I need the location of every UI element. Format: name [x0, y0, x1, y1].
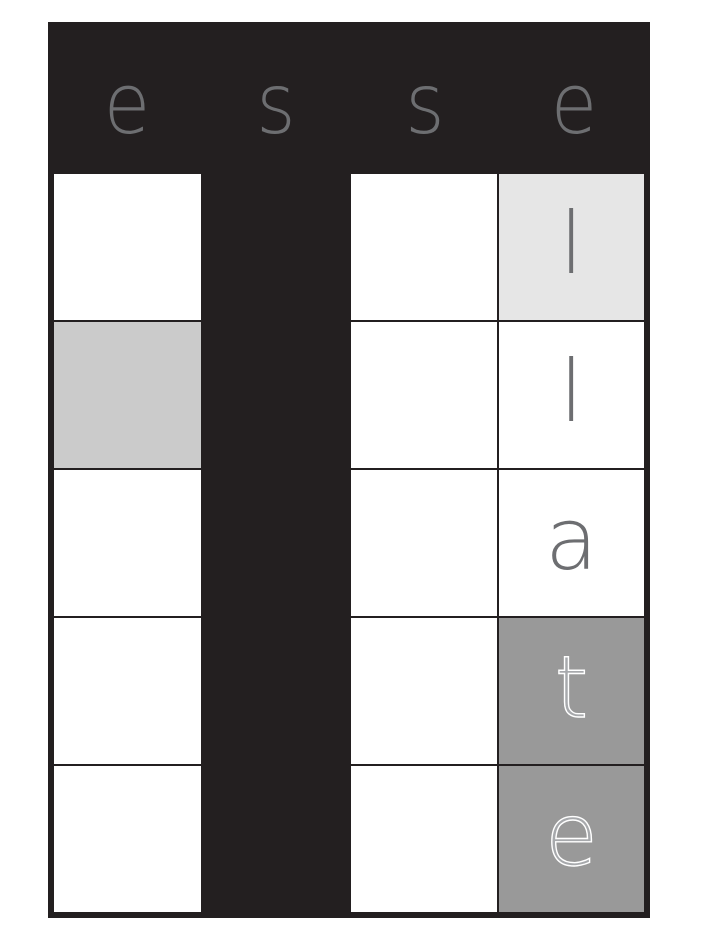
cell-letter: [54, 766, 201, 912]
grid-cell-c1-r1[interactable]: [54, 174, 201, 320]
grid-cell-c3-r5[interactable]: [351, 766, 497, 912]
cell-letter: [351, 470, 497, 616]
grid-cell-c1-r2[interactable]: [54, 322, 201, 468]
game-board: e s s e l l a t e: [48, 22, 650, 918]
grid-cell-c1-r4[interactable]: [54, 618, 201, 764]
column-header-4: e: [550, 55, 598, 153]
cell-letter: t: [554, 637, 589, 738]
grid-cell-c4-r3[interactable]: a: [499, 470, 644, 616]
grid-cell-c3-r4[interactable]: [351, 618, 497, 764]
grid-cell-c3-r1[interactable]: [351, 174, 497, 320]
grid-cell-c1-r3[interactable]: [54, 470, 201, 616]
column-header-1: e: [103, 55, 151, 153]
cell-letter: a: [545, 490, 598, 590]
cell-letter: [351, 322, 497, 468]
grid-cell-c4-r1[interactable]: l: [499, 174, 644, 320]
grid-cell-c1-r5[interactable]: [54, 766, 201, 912]
cell-letter: [54, 322, 201, 468]
cell-letter: [351, 766, 497, 912]
column-header-2: s: [256, 55, 296, 153]
cell-letter: [54, 174, 201, 320]
cell-letter: [54, 470, 201, 616]
cell-letter: [351, 618, 497, 764]
cell-letter: l: [559, 342, 584, 442]
cell-letter: e: [544, 785, 598, 886]
cell-letter: [351, 174, 497, 320]
cell-letter: l: [559, 194, 584, 294]
grid-cell-c4-r5[interactable]: e: [499, 766, 644, 912]
grid-cell-c3-r2[interactable]: [351, 322, 497, 468]
grid-cell-c4-r2[interactable]: l: [499, 322, 644, 468]
blocked-column: [203, 174, 349, 912]
grid-cell-c3-r3[interactable]: [351, 470, 497, 616]
column-header-3: s: [405, 55, 445, 153]
cell-letter: [54, 618, 201, 764]
grid-cell-c4-r4[interactable]: t: [499, 618, 644, 764]
